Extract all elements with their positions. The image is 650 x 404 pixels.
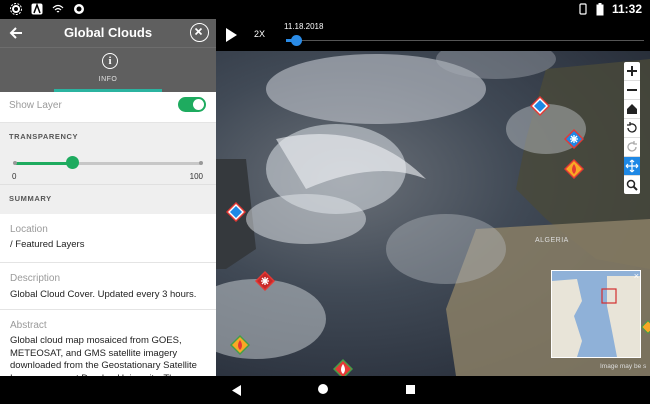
map-label-algeria: ALGERIA <box>535 237 569 244</box>
slider-max-dot <box>199 161 203 165</box>
status-time: 11:32 <box>611 2 642 16</box>
zoom-out-icon[interactable] <box>624 81 640 100</box>
weather-warning-icon[interactable] <box>230 335 250 355</box>
description-value: Global Cloud Cover. Updated every 3 hour… <box>10 289 197 300</box>
transparency-slider-fill <box>15 162 72 165</box>
summary-section: SUMMARY <box>0 184 216 214</box>
slider-min-dot <box>13 161 17 165</box>
description-label: Description <box>10 273 61 284</box>
abstract-field: Abstract Global cloud map mosaiced from … <box>0 310 216 376</box>
minimap-world <box>552 276 640 357</box>
weather-warning-icon[interactable] <box>564 159 584 179</box>
panel-header: Global Clouds <box>0 19 216 47</box>
weather-warning-icon[interactable] <box>641 317 650 337</box>
rotate-left-icon[interactable] <box>624 119 640 138</box>
notification-a-icon <box>31 3 43 15</box>
nav-back-icon[interactable] <box>232 385 242 396</box>
nav-home-icon[interactable] <box>318 384 328 394</box>
timeline-bar: 2X 11.18.2018 <box>216 19 650 51</box>
panel-title: Global Clouds <box>63 25 153 40</box>
battery-icon <box>596 2 604 15</box>
minimap-close-button[interactable]: × <box>634 272 639 281</box>
show-layer-row: Show Layer <box>0 92 216 123</box>
weather-warning-icon[interactable] <box>255 271 275 291</box>
playback-speed[interactable]: 2X <box>254 29 265 39</box>
zoom-in-icon[interactable] <box>624 62 640 81</box>
location-field: Location / Featured Layers <box>0 214 216 263</box>
transparency-slider-thumb[interactable] <box>66 156 79 169</box>
play-icon[interactable] <box>224 27 238 43</box>
weather-warning-icon[interactable] <box>333 359 353 376</box>
slider-min-label: 0 <box>12 172 17 181</box>
close-icon[interactable] <box>190 23 209 42</box>
slider-max-label: 100 <box>189 172 203 181</box>
tab-info-label: INFO <box>98 76 118 83</box>
summary-title: SUMMARY <box>9 194 52 203</box>
navigation-bar <box>0 376 650 404</box>
info-icon: i <box>102 53 118 69</box>
weather-warning-icon[interactable] <box>226 202 246 222</box>
map-attribution: Image may be s <box>600 363 647 370</box>
description-field: Description Global Cloud Cover. Updated … <box>0 263 216 310</box>
status-bar: 11:32 <box>0 0 650 19</box>
transparency-title: TRANSPARENCY <box>9 132 79 141</box>
nav-recents-icon[interactable] <box>406 385 415 394</box>
settings-icon <box>10 3 22 15</box>
toggle-knob <box>193 99 204 110</box>
rotate-right-icon[interactable] <box>624 138 640 157</box>
weather-warning-icon[interactable] <box>564 129 584 149</box>
layer-panel: Global Clouds i INFO Show Layer TRANSPAR… <box>0 19 216 376</box>
vibrate-icon <box>579 3 587 15</box>
location-value: / Featured Layers <box>10 239 85 250</box>
wifi-icon <box>52 4 64 13</box>
home-icon[interactable] <box>624 100 640 119</box>
sync-icon <box>74 4 84 14</box>
weather-warning-icon[interactable] <box>530 96 550 116</box>
transparency-section: TRANSPARENCY 0 100 <box>0 123 216 184</box>
tab-info[interactable]: i INFO <box>0 47 216 92</box>
show-layer-toggle[interactable] <box>178 97 206 112</box>
map-controls <box>624 62 640 194</box>
location-label: Location <box>10 224 48 235</box>
timeline-date: 11.18.2018 <box>284 22 324 31</box>
timeline-thumb[interactable] <box>291 35 302 46</box>
show-layer-label: Show Layer <box>9 100 62 111</box>
overview-minimap[interactable]: × <box>551 270 641 358</box>
move-icon[interactable] <box>624 157 640 176</box>
timeline-track[interactable] <box>286 40 644 41</box>
abstract-value: Global cloud map mosaiced from GOES, MET… <box>10 335 201 376</box>
abstract-label: Abstract <box>10 320 47 331</box>
search-icon[interactable] <box>624 176 640 194</box>
